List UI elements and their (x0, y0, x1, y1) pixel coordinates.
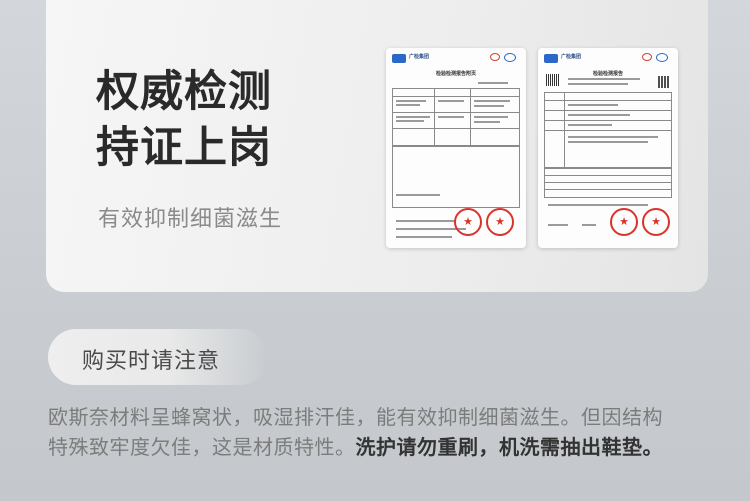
red-seal-icon (642, 208, 670, 236)
table-rule (392, 128, 520, 129)
table-text (438, 100, 464, 102)
report-meta-text (568, 78, 640, 80)
barcode-icon (546, 74, 560, 86)
table-text (396, 120, 424, 122)
table-rule (564, 92, 565, 168)
notice-line-2-emphasis: 洗护请勿重刷，机洗需抽出鞋垫。 (355, 435, 663, 459)
table-text (568, 124, 612, 126)
table-text (568, 141, 648, 143)
table-text (568, 104, 618, 106)
subline: 有效抑制细菌滋生 (98, 207, 283, 232)
qr-code-icon (658, 76, 670, 88)
table-text (474, 116, 508, 118)
table-text (568, 114, 630, 116)
red-seal-icon (486, 208, 514, 236)
org-logo-icon (392, 54, 406, 63)
certification-card: 权威检测 持证上岗 有效抑制细菌滋生 广检集团 检验检测报告附页 ★ ★ 广检集… (46, 0, 708, 292)
signature-line (548, 224, 568, 226)
footer-text (396, 220, 456, 222)
notice-line-2-normal: 特殊致牢度欠佳，这是材质特性。 (48, 435, 356, 459)
report-org: 广检集团 (409, 54, 430, 60)
table-text (438, 116, 464, 118)
table-rule (470, 88, 471, 146)
table-text (396, 104, 420, 106)
table-text (396, 116, 430, 118)
cnas-badge-icon (642, 53, 652, 61)
table-text (474, 100, 510, 102)
red-seal-icon (610, 208, 638, 236)
report-meta-text (568, 83, 628, 85)
table-text (568, 136, 658, 138)
notice-body: 欧斯奈材料呈蜂窝状，吸湿排汗佳，能有效抑制细菌滋生。但因结构 特殊致牢度欠佳，这… (48, 402, 738, 462)
ilac-badge-icon (504, 53, 516, 62)
org-logo-icon (544, 54, 558, 63)
report-table-lower (392, 146, 520, 208)
footer-text (396, 194, 440, 196)
signature-line (582, 224, 596, 226)
report-number-line (478, 82, 508, 84)
report-results-table (544, 168, 672, 198)
red-seal-icon (454, 208, 482, 236)
table-text (474, 105, 504, 107)
table-rule (434, 88, 435, 146)
headline-line-1: 权威检测 (96, 67, 272, 117)
notice-label: 购买时请注意 (82, 349, 221, 374)
table-rule (392, 112, 520, 113)
report-org: 广检集团 (561, 54, 582, 60)
table-rule (544, 182, 672, 183)
headline: 权威检测 持证上岗 (96, 64, 272, 176)
table-rule (544, 175, 672, 176)
test-report-image: 广检集团 检验检测报告 (538, 48, 678, 248)
table-text (474, 121, 500, 123)
cnas-badge-icon (490, 53, 500, 61)
table-text (396, 100, 426, 102)
notice-line-1: 欧斯奈材料呈蜂窝状，吸湿排汗佳，能有效抑制细菌滋生。但因结构 (48, 405, 663, 429)
table-rule (392, 96, 520, 97)
ilac-badge-icon (656, 53, 668, 62)
test-report-appendix-image: 广检集团 检验检测报告附页 (386, 48, 526, 248)
table-rule (544, 189, 672, 190)
footer-text (548, 204, 648, 206)
notice-line-2: 特殊致牢度欠佳，这是材质特性。洗护请勿重刷，机洗需抽出鞋垫。 (48, 432, 738, 462)
report-title: 检验检测报告附页 (435, 71, 476, 77)
footer-text (396, 236, 452, 238)
headline-line-2: 持证上岗 (96, 123, 272, 173)
